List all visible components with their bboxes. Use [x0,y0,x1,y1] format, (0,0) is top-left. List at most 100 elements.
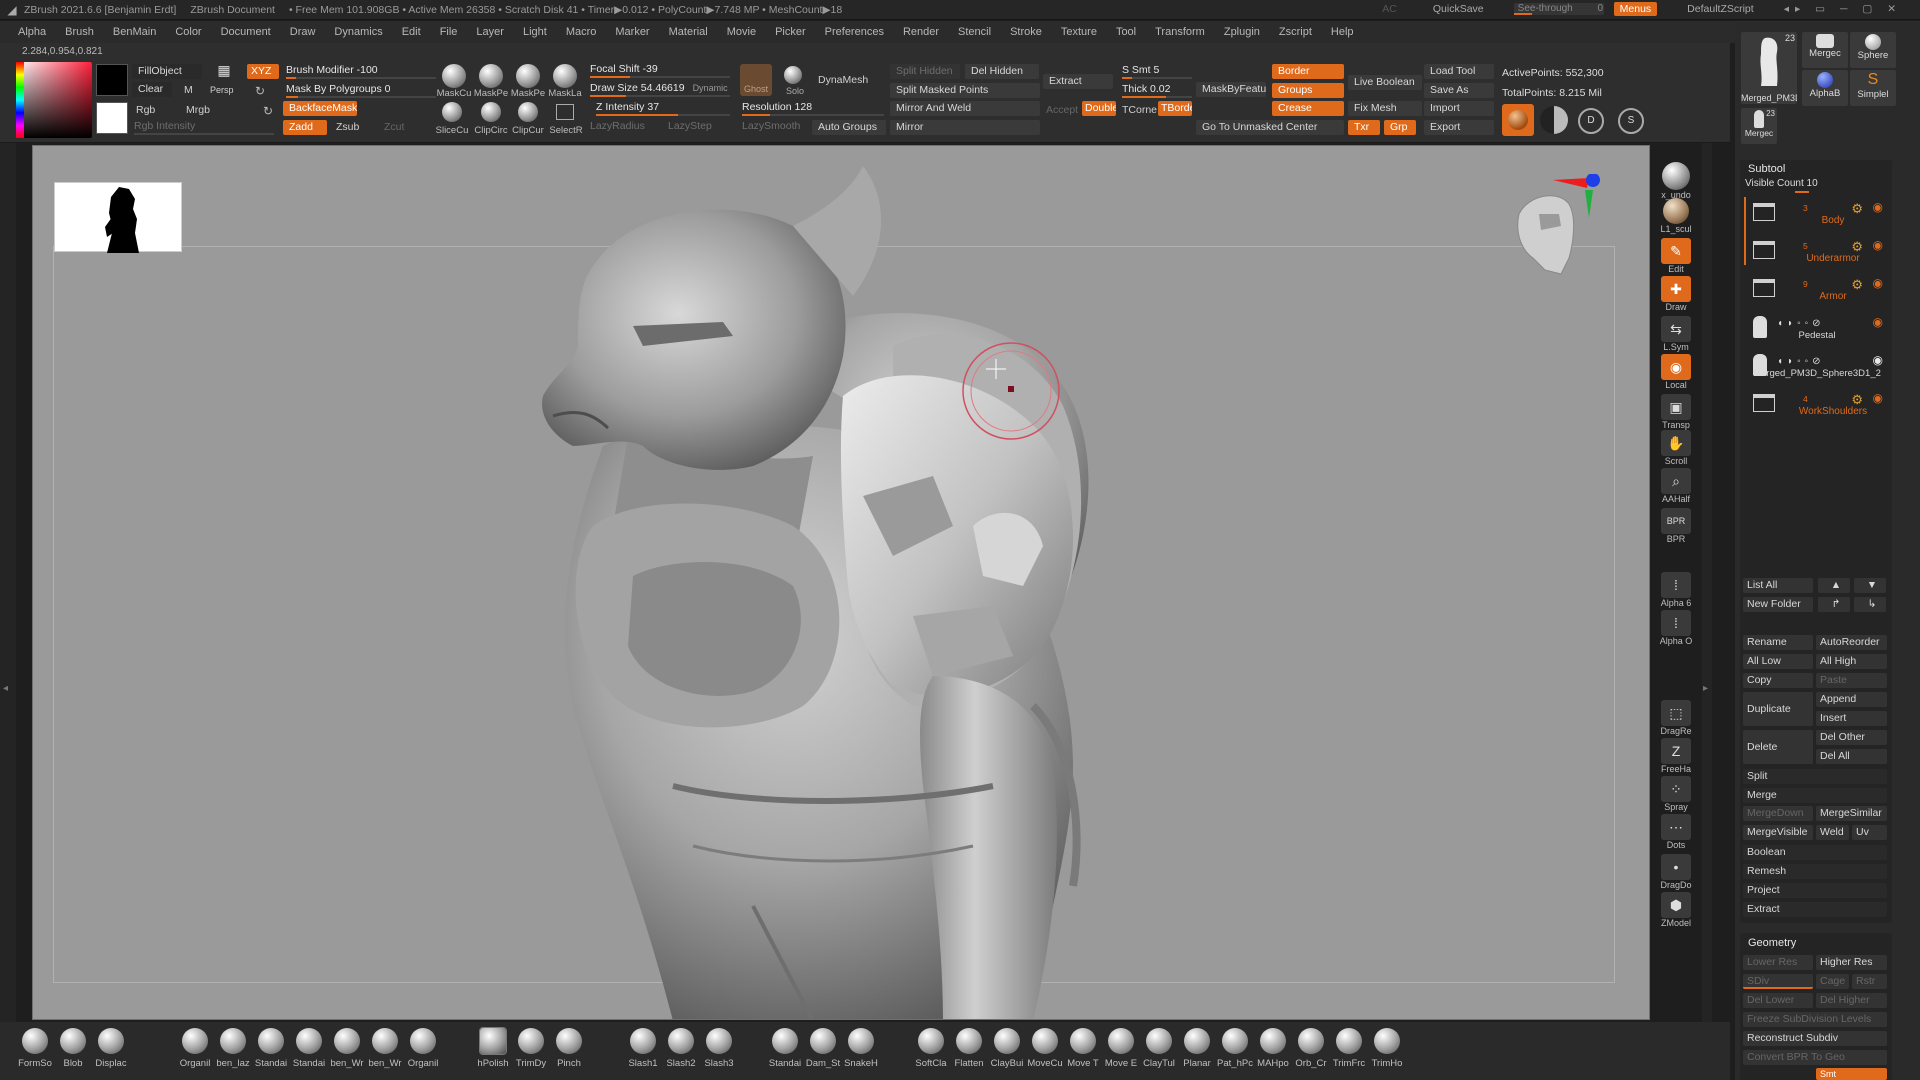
menu-movie[interactable]: Movie [727,26,756,38]
visibility-eye-icon[interactable]: ◉ [1873,200,1883,214]
subtool-row[interactable]: ◖◗◦◦⊘ Pedestal ◉ [1743,312,1889,348]
folder-up-icon[interactable]: ↱ [1818,597,1850,612]
tool-freeha[interactable]: Z FreeHa [1652,738,1700,774]
tool-spray[interactable]: ⁘ Spray [1652,776,1700,812]
txr-button[interactable]: Txr [1348,120,1380,135]
tool-dragre[interactable]: ⬚ DragRe [1652,700,1700,736]
subtool-row[interactable]: ◖◗◦◦⊘ Merged_PM3D_Sphere3D1_2 ◉ [1743,350,1889,386]
brush-slash3[interactable]: Slash3 [700,1028,738,1069]
menu-alpha[interactable]: Alpha [18,26,46,38]
mask-by-polygroups-slider[interactable]: Mask By Polygroups 0 [286,83,436,98]
brush-flatten[interactable]: Flatten [950,1028,988,1069]
brush-snakeh[interactable]: SnakeH [842,1028,880,1069]
select-rect-icon[interactable] [556,104,574,120]
persp-button[interactable]: Persp [210,85,234,95]
mergesimilar-button[interactable]: MergeSimilar [1816,806,1887,821]
main-color-swatch[interactable] [96,64,128,96]
subtool-title[interactable]: Subtool [1748,163,1785,175]
menu-file[interactable]: File [440,26,458,38]
zcut-button[interactable]: Zcut [384,121,404,133]
menu-brush[interactable]: Brush [65,26,94,38]
save-as-button[interactable]: Save As [1424,83,1494,98]
mask-lasso-icon[interactable] [553,64,577,88]
menu-render[interactable]: Render [903,26,939,38]
focal-shift-slider[interactable]: Focal Shift -39 [590,63,730,78]
freeze-subdivision-button[interactable]: Freeze SubDivision Levels [1743,1012,1887,1027]
subtool-row[interactable]: ⚙ 4 WorkShoulders ◉ [1743,388,1889,424]
weld-button[interactable]: Weld [1816,825,1849,840]
folder-down-icon[interactable]: ↳ [1854,597,1886,612]
tool-bpr[interactable]: BPR BPR [1652,508,1700,544]
brush-standai[interactable]: Standai [766,1028,804,1069]
brush-ben-wr[interactable]: ben_Wr [366,1028,404,1069]
tool-local[interactable]: ◉ Local [1652,354,1700,390]
menu-material[interactable]: Material [669,26,708,38]
brush-movecu[interactable]: MoveCu [1026,1028,1064,1069]
menu-draw[interactable]: Draw [290,26,316,38]
subtool-toggles[interactable]: ◖◗◦◦⊘ [1777,318,1825,329]
material-sphere-icon[interactable] [1502,104,1534,136]
lazystep-slider[interactable]: LazyStep [668,120,728,134]
brush-trimfrc[interactable]: TrimFrc [1330,1028,1368,1069]
smt-button[interactable]: Smt [1816,1068,1887,1080]
export-button[interactable]: Export [1424,120,1494,135]
insert-button[interactable]: Insert [1816,711,1887,726]
brush-claybui[interactable]: ClayBui [988,1028,1026,1069]
del-lower-button[interactable]: Del Lower [1743,993,1813,1008]
mirror-and-weld-button[interactable]: Mirror And Weld [890,101,1040,116]
brush-mahpo[interactable]: MAHpo [1254,1028,1292,1069]
tool-l1-scul[interactable]: L1_scul [1652,198,1700,234]
lower-res-button[interactable]: Lower Res [1743,955,1813,970]
dynamesh-button[interactable]: DynaMesh [818,74,868,86]
live-boolean-button[interactable]: Live Boolean [1348,75,1422,90]
brush-softcla[interactable]: SoftCla [912,1028,950,1069]
menu-layer[interactable]: Layer [476,26,504,38]
subtool-row[interactable]: ⚙ 3 Body ◉ [1743,197,1889,233]
extract-button[interactable]: Extract [1043,74,1113,89]
visibility-eye-icon[interactable]: ◉ [1873,276,1883,290]
mergevisible-button[interactable]: MergeVisible [1743,825,1813,840]
move-up-icon[interactable]: ▲ [1818,578,1850,593]
menu-transform[interactable]: Transform [1155,26,1205,38]
cage-button[interactable]: Cage [1816,974,1849,989]
del-other-button[interactable]: Del Other [1816,730,1887,745]
quicksave-button[interactable]: QuickSave [1427,2,1490,16]
all-high-button[interactable]: All High [1816,654,1887,669]
brush-standai[interactable]: Standai [290,1028,328,1069]
tool-edit[interactable]: ✎ Edit [1652,238,1700,274]
visibility-eye-icon[interactable]: ◉ [1873,353,1883,367]
grp-button[interactable]: Grp [1384,120,1416,135]
mask-pen-2-icon[interactable] [516,64,540,88]
navigation-cube[interactable] [1499,173,1609,294]
resolution-slider[interactable]: Resolution 128 [742,101,884,116]
visibility-eye-icon[interactable]: ◉ [1873,238,1883,252]
lazyradius-slider[interactable]: LazyRadius [590,120,650,134]
s-smt-slider[interactable]: S Smt 5 [1122,64,1192,79]
menu-preferences[interactable]: Preferences [825,26,884,38]
maskbyfeature-button[interactable]: MaskByFeatur [1196,82,1266,97]
hue-strip[interactable] [16,62,24,138]
paste-button[interactable]: Paste [1816,673,1887,688]
brush-slash2[interactable]: Slash2 [662,1028,700,1069]
split-hidden-button[interactable]: Split Hidden [890,64,960,79]
tool-alpha-6[interactable]: ⁞ Alpha 6 [1652,572,1700,608]
brush-organil[interactable]: Organil [404,1028,442,1069]
menu-macro[interactable]: Macro [566,26,597,38]
brush-ben-wr[interactable]: ben_Wr [328,1028,366,1069]
del-higher-button[interactable]: Del Higher [1816,993,1887,1008]
rstr-button[interactable]: Rstr [1852,974,1887,989]
brush-formso[interactable]: FormSo [16,1028,54,1069]
del-hidden-button[interactable]: Del Hidden [965,64,1039,79]
extract-section[interactable]: Extract [1743,902,1887,917]
tool-alpha-o[interactable]: ⁞ Alpha O [1652,610,1700,646]
tool-zmodel[interactable]: ⬢ ZModel [1652,892,1700,928]
tool-dots[interactable]: ⋯ Dots [1652,814,1700,850]
menus-toggle[interactable]: Menus [1613,2,1658,16]
backfacemask-button[interactable]: BackfaceMask [283,101,357,116]
merge-tool-thumbnail[interactable]: Mergec [1802,32,1848,68]
brush-ben-laz[interactable]: ben_laz [214,1028,252,1069]
see-through-slider[interactable]: See-through 0 [1513,3,1604,15]
split-masked-points-button[interactable]: Split Masked Points [890,83,1040,98]
duplicate-button[interactable]: Duplicate [1743,692,1813,726]
tool-aahalf[interactable]: ⌕ AAHalf [1652,468,1700,504]
